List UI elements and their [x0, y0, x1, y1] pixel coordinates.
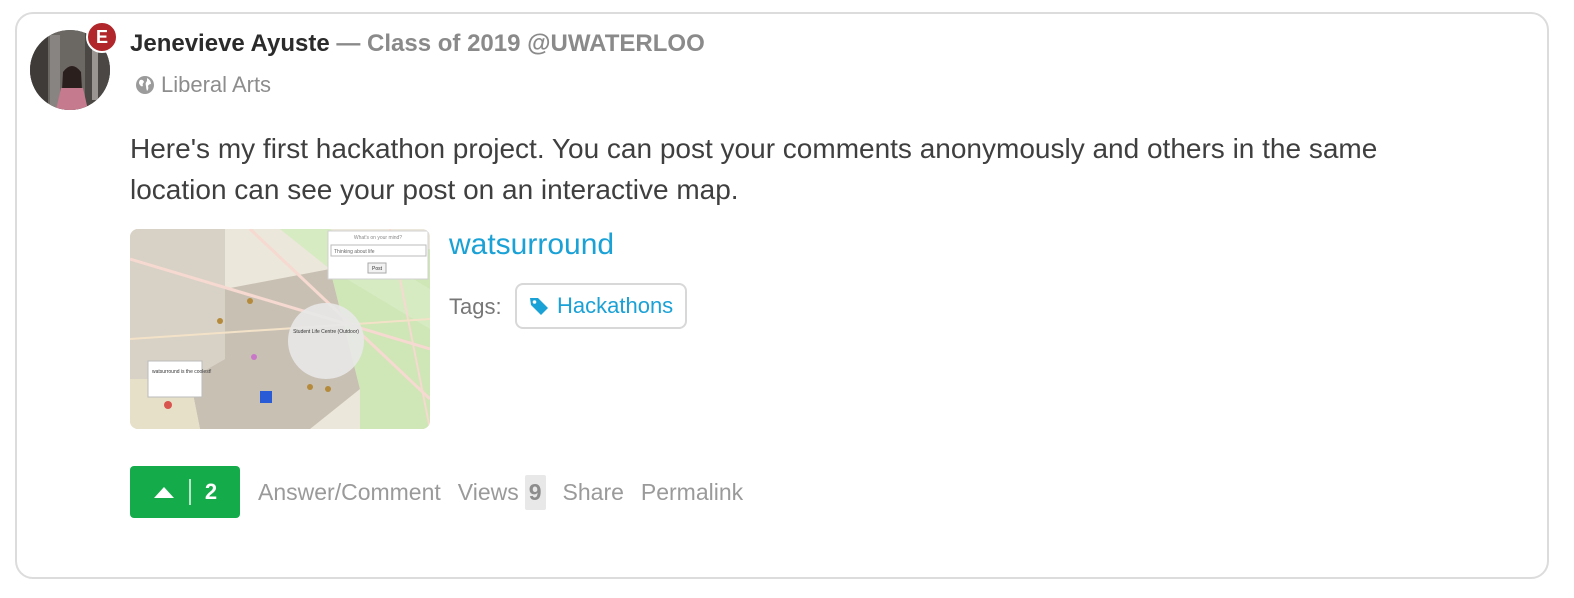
tag-hackathons[interactable]: Hackathons [515, 283, 688, 329]
author-name[interactable]: Jenevieve Ayuste [130, 30, 330, 57]
author-line: Jenevieve Ayuste — Class of 2019 @UWATER… [130, 30, 705, 58]
author-credential: Class of 2019 @UWATERLOO [367, 30, 705, 57]
thumb-marker-text: Student Life Centre (Outdoor) [293, 329, 359, 335]
post-body: Here's my first hackathon project. You c… [130, 133, 1378, 205]
thumb-input-text: Thinking about life [334, 249, 375, 255]
views-count: 9 [524, 474, 546, 510]
upvote-arrow-icon [153, 487, 174, 498]
badge-letter: E [95, 26, 108, 47]
share-link[interactable]: Share [563, 479, 624, 506]
thumb-post-button: Post [372, 266, 383, 272]
upvote-divider [188, 479, 191, 505]
topic-line[interactable]: Liberal Arts [135, 72, 271, 98]
link-thumbnail[interactable]: Student Life Centre (Outdoor) What's on … [130, 229, 430, 429]
action-bar: 2 Answer/Comment Views 9 Share Permalink [130, 466, 743, 518]
author-separator: — [336, 30, 361, 57]
upvote-button[interactable]: 2 [130, 466, 240, 518]
link-title[interactable]: watsurround [449, 228, 614, 262]
thumb-prompt-label: What's on your mind? [354, 235, 402, 241]
views-label: Views [457, 478, 519, 505]
tags-label: Tags: [449, 294, 502, 319]
tag-label: Hackathons [557, 293, 674, 318]
topic-label: Liberal Arts [161, 72, 272, 97]
globe-icon [136, 76, 154, 94]
permalink-link[interactable]: Permalink [641, 479, 743, 506]
badge-icon: E [86, 21, 118, 53]
upvote-count: 2 [204, 479, 218, 504]
views-link[interactable]: Views 9 [457, 474, 546, 510]
thumb-popup-text: watsurround is the coolest! [152, 369, 211, 375]
answer-comment-link[interactable]: Answer/Comment [258, 479, 441, 506]
tag-icon [530, 298, 548, 315]
